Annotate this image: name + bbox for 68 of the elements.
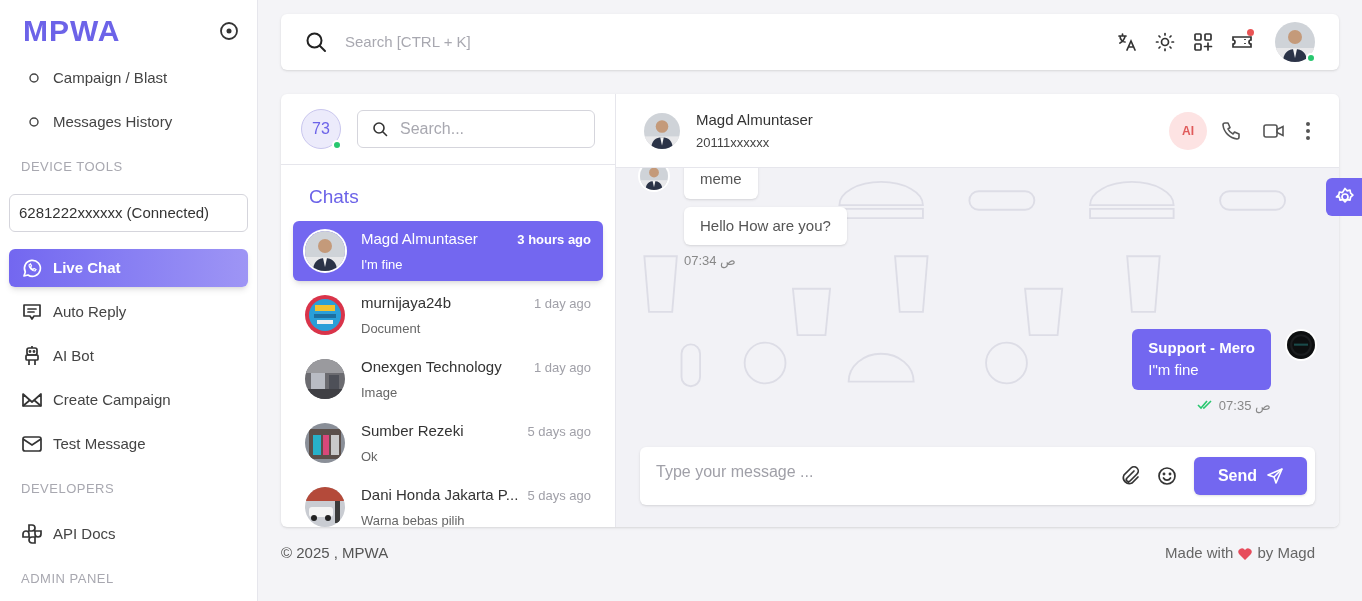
- contact-name: Sumber Rezeki: [361, 421, 464, 442]
- sidebar-link[interactable]: Messages History: [53, 110, 173, 134]
- search-input[interactable]: Search...: [400, 116, 580, 141]
- contact-name: Magd Almuntaser: [361, 229, 478, 250]
- message-preview: Image: [361, 383, 399, 402]
- translate-icon[interactable]: [1117, 32, 1137, 52]
- footer-text: by Magd: [1257, 543, 1315, 564]
- apps-add-icon[interactable]: [1193, 32, 1213, 52]
- message-preview: Ok: [361, 447, 379, 466]
- chat-item[interactable]: Dani Honda Jakarta P... 5 days ago Warna bebas pilih: [293, 477, 603, 527]
- logo: MPWA: [23, 16, 121, 46]
- emoji-icon[interactable]: [1156, 466, 1177, 486]
- nav-item[interactable]: Auto Reply: [9, 290, 248, 334]
- mail-icon: [21, 433, 43, 455]
- section-heading: ADMIN PANEL: [20, 570, 115, 589]
- nav-item[interactable]: Test Message: [9, 422, 248, 466]
- section-heading: DEVICE TOOLS: [20, 158, 124, 177]
- message-bubble: meme: [684, 168, 758, 199]
- more-icon[interactable]: [1305, 120, 1311, 141]
- nav-item[interactable]: Create Campaign: [9, 378, 248, 422]
- chat-phone-icon: [21, 257, 43, 279]
- contact-name: murnijaya24b: [361, 293, 452, 314]
- message-icon: [21, 301, 43, 323]
- chat-count: 73: [301, 108, 341, 149]
- message-time: 07:35 ص: [1218, 396, 1271, 415]
- heart-icon: [1237, 546, 1254, 561]
- chat-time: 1 day ago: [533, 295, 591, 314]
- message-bubble: Hello How are you?: [684, 206, 847, 245]
- phone-icon[interactable]: [1221, 120, 1241, 141]
- sun-icon[interactable]: [1155, 32, 1175, 52]
- target-icon[interactable]: [219, 21, 239, 41]
- message-preview: Document: [361, 319, 422, 338]
- chat-time: 1 day ago: [533, 359, 591, 378]
- chat-item[interactable]: Sumber Rezeki 5 days ago Ok: [293, 413, 603, 474]
- message-time: 07:34 ص: [684, 252, 737, 271]
- send-button[interactable]: Send: [1193, 457, 1307, 495]
- message-preview: Warna bebas pilih: [361, 511, 466, 527]
- api-icon: [21, 523, 43, 545]
- sidebar-link[interactable]: Campaign / Blast: [53, 66, 168, 90]
- circle-icon: [29, 117, 39, 127]
- message-preview: I'm fine: [361, 255, 404, 274]
- chat-time: 5 days ago: [527, 423, 591, 442]
- search-icon: [372, 120, 388, 137]
- chat-item[interactable]: murnijaya24b 1 day ago Document: [293, 285, 603, 346]
- circle-icon: [29, 73, 39, 83]
- contact-name: Magd Almuntaser: [696, 109, 814, 130]
- nav-item[interactable]: AI Bot: [9, 334, 248, 378]
- video-icon[interactable]: [1263, 121, 1285, 140]
- contact-name: Onexgen Technology: [361, 357, 502, 378]
- nav-item[interactable]: Live Chat: [9, 249, 248, 287]
- copyright-text: © 2025 , MPWA: [281, 543, 389, 564]
- search-icon: [305, 31, 327, 53]
- footer-text: Made with: [1165, 543, 1234, 564]
- chat-item[interactable]: Onexgen Technology 1 day ago Image: [293, 349, 603, 410]
- device-select[interactable]: 6281222xxxxxx (Connected): [9, 194, 248, 232]
- contact-name: Dani Honda Jakarta P...: [361, 485, 519, 506]
- chat-time: 3 hours ago: [517, 231, 591, 250]
- chat-search-field[interactable]: Search...: [357, 109, 595, 148]
- message-text: I"m fine: [1148, 360, 1200, 380]
- contact-phone: 20111xxxxxx: [696, 134, 771, 152]
- section-heading: DEVELOPERS: [20, 480, 116, 499]
- sender-name: Support - Mero: [1148, 337, 1255, 358]
- nav-item[interactable]: API Docs: [9, 512, 248, 556]
- chat-time: 5 days ago: [527, 487, 591, 506]
- settings-button[interactable]: [1326, 178, 1362, 216]
- send-icon: [1267, 468, 1283, 484]
- chat-item[interactable]: Magd Almuntaser 3 hours ago I'm fine: [293, 221, 603, 282]
- section-title: Chats: [308, 184, 360, 209]
